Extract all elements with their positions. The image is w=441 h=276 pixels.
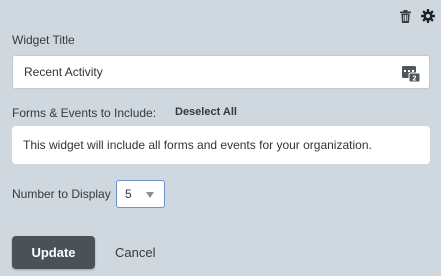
number-to-display-select[interactable]: 5	[116, 180, 165, 208]
svg-text:2: 2	[413, 76, 417, 83]
forms-events-info-box: This widget will include all forms and e…	[12, 126, 430, 164]
caret-down-icon	[146, 192, 154, 198]
insert-field-icon[interactable]: 2	[402, 64, 421, 83]
number-to-display-label: Number to Display	[12, 187, 111, 201]
deselect-all-link[interactable]: Deselect All	[175, 106, 237, 118]
cancel-button[interactable]: Cancel	[115, 236, 155, 269]
widget-toolbar	[398, 8, 435, 24]
forms-events-label: Forms & Events to Include:	[12, 106, 157, 120]
gear-icon[interactable]	[421, 8, 435, 24]
widget-settings-panel: Widget Title Recent Activity 2 Forms & E…	[0, 0, 441, 276]
number-to-display-value: 5	[125, 187, 132, 201]
widget-title-value[interactable]: Recent Activity	[24, 65, 429, 79]
forms-events-info-text: This widget will include all forms and e…	[23, 138, 372, 152]
update-button[interactable]: Update	[12, 236, 95, 269]
widget-title-input[interactable]: Recent Activity 2	[12, 55, 430, 89]
trash-icon[interactable]	[398, 8, 412, 24]
widget-title-label: Widget Title	[12, 33, 75, 47]
